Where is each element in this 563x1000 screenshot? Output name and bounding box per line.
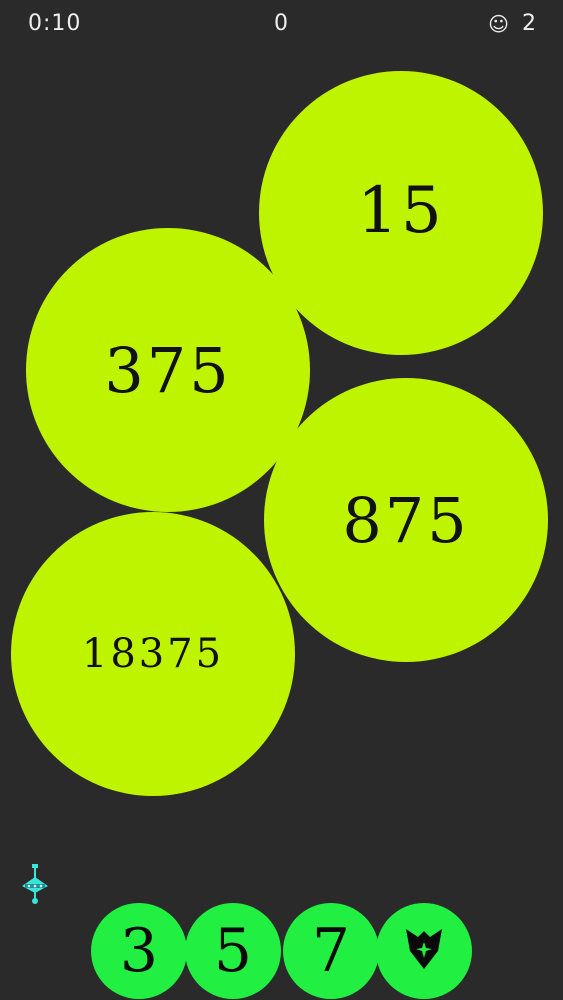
smiley-icon: ☺ xyxy=(488,12,510,36)
lives-value: 2 xyxy=(522,11,537,36)
tile-5[interactable]: 5 xyxy=(185,903,281,999)
tile-tray: 3 5 7 xyxy=(0,903,563,1000)
tile-7[interactable]: 7 xyxy=(283,903,379,999)
bubble-label: 375 xyxy=(104,333,232,407)
tile-label: 3 xyxy=(119,916,159,986)
spinning-top-icon[interactable] xyxy=(20,862,50,906)
bubble-875[interactable]: 875 xyxy=(264,378,548,662)
score: 0 xyxy=(274,11,289,36)
tile-3[interactable]: 3 xyxy=(91,903,187,999)
bubble-label: 875 xyxy=(342,483,470,557)
bubble-18375[interactable]: 18375 xyxy=(11,512,295,796)
tile-label: 7 xyxy=(311,916,351,986)
bubble-375[interactable]: 375 xyxy=(26,228,310,512)
tile-label: 5 xyxy=(213,916,253,986)
bubble-15[interactable]: 15 xyxy=(259,71,543,355)
shield-star-icon xyxy=(404,921,444,981)
bubble-label: 18375 xyxy=(81,631,225,677)
bubble-label: 15 xyxy=(357,174,445,248)
lives-counter: ☺ 2 xyxy=(488,10,537,38)
game-screen: 0:10 0 ☺ 2 15 375 875 18375 3 5 7 xyxy=(0,0,563,1000)
tile-shield[interactable] xyxy=(376,903,472,999)
